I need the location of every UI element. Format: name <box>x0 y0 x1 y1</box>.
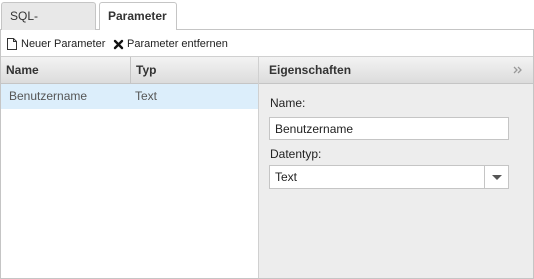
dropdown-button[interactable] <box>484 166 508 188</box>
properties-title: Eigenschaften <box>269 63 352 77</box>
delete-x-icon <box>113 39 124 49</box>
tab-sql-ausdruck[interactable]: SQL-Ausdruck <box>1 2 96 49</box>
name-field[interactable] <box>269 117 509 140</box>
cell-name: Benutzername <box>9 89 88 103</box>
toolbar: Neuer Parameter Parameter entfernen <box>1 30 533 57</box>
table-row[interactable]: Benutzername Text <box>1 84 258 109</box>
properties-panel: Eigenschaften Name: Datentyp: Text <box>259 57 533 278</box>
column-separator[interactable] <box>130 57 131 83</box>
new-parameter-label: Neuer Parameter <box>21 38 106 50</box>
remove-parameter-label: Parameter entfernen <box>127 38 228 50</box>
column-header-name[interactable]: Name <box>6 57 39 83</box>
datentyp-label: Datentyp: <box>270 147 322 161</box>
parameter-panel: Neuer Parameter Parameter entfernen Name… <box>0 30 534 279</box>
tab-strip: SQL-Ausdruck Parameter <box>0 0 534 49</box>
collapse-panel-icon[interactable] <box>511 63 525 77</box>
datentyp-select[interactable]: Text <box>269 165 509 189</box>
new-document-icon <box>7 38 17 50</box>
tab-parameter[interactable]: Parameter <box>99 2 177 31</box>
column-header-typ[interactable]: Typ <box>136 57 156 83</box>
chevron-down-icon <box>492 175 502 180</box>
remove-parameter-button[interactable]: Parameter entfernen <box>113 36 228 52</box>
parameter-grid: Name Typ Benutzername Text <box>1 57 259 278</box>
name-label: Name: <box>270 96 306 110</box>
cell-typ: Text <box>135 89 158 103</box>
datentyp-value: Text <box>275 170 298 184</box>
grid-header: Name Typ <box>1 57 258 84</box>
new-parameter-button[interactable]: Neuer Parameter <box>7 36 105 52</box>
properties-header: Eigenschaften <box>259 57 533 84</box>
